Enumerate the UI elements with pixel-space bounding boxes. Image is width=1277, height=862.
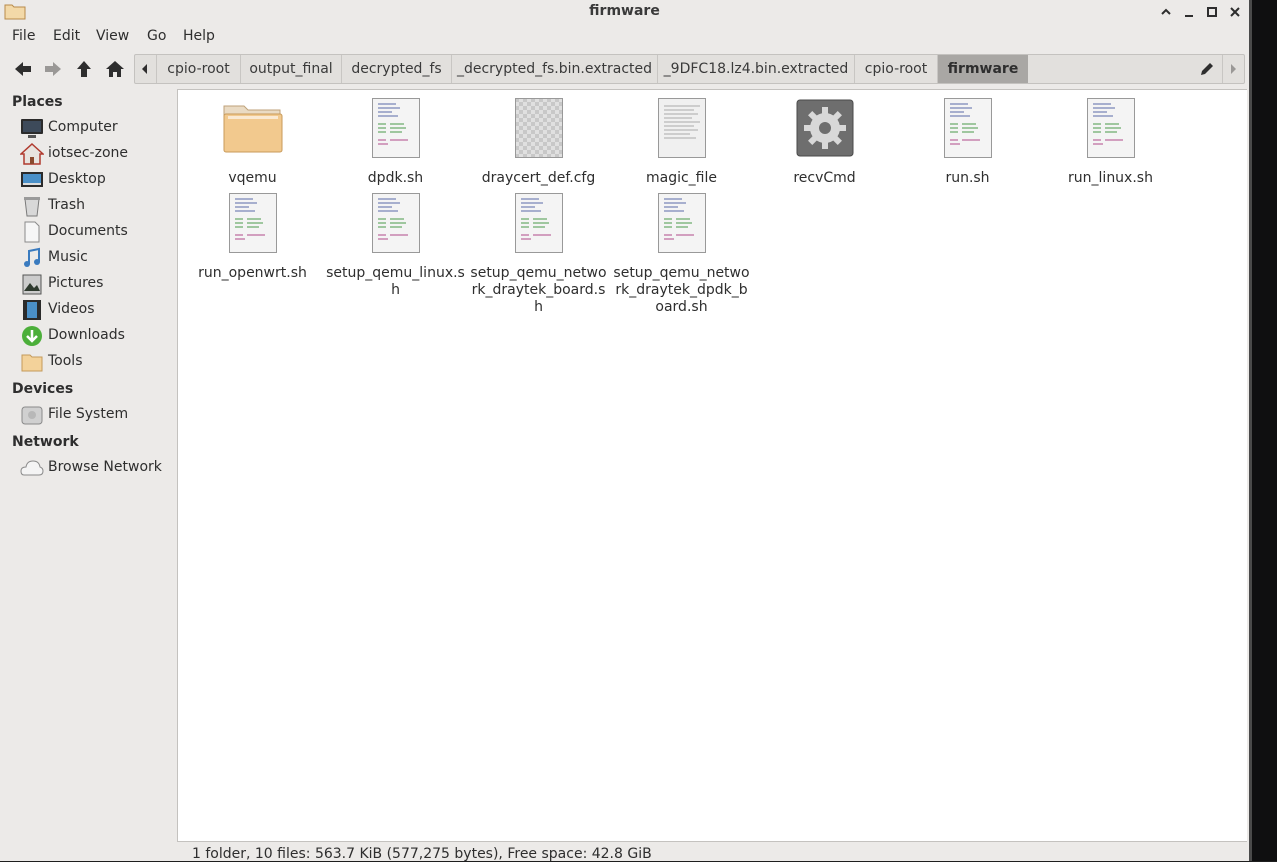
script-file-icon [371,193,420,253]
maximize-icon [1207,7,1217,17]
crumb-decrypted-fs-bin-extracted[interactable]: _decrypted_fs.bin.extracted [451,55,657,83]
triangle-right-icon [1230,64,1236,74]
sidebar-item-trash[interactable]: Trash [18,194,173,218]
crumb-9dfc18-lz4-bin-extracted[interactable]: _9DFC18.lz4.bin.extracted [657,55,854,83]
pencil-icon [1201,63,1213,75]
chevron-up-icon [1161,8,1171,15]
sidebar-item-browse-network[interactable]: Browse Network [18,456,173,480]
toolbar: cpio-root output_final decrypted_fs _dec… [0,53,1249,84]
menu-view[interactable]: View [96,28,129,44]
window-title: firmware [589,3,660,19]
sidebar-item-documents[interactable]: Documents [18,220,173,244]
maximize-button[interactable] [1203,3,1221,21]
sidebar-item-iotsec-zone[interactable]: iotsec-zone [18,142,173,166]
forward-button[interactable] [40,56,66,82]
gear-icon [796,99,853,157]
script-file-icon [657,193,706,253]
minimize-button[interactable] [1180,3,1198,21]
title-bar[interactable]: firmware [0,0,1249,24]
crumb-cpio-root[interactable]: cpio-root [156,55,240,83]
close-icon [1230,7,1240,17]
crumb-cpio-root-2[interactable]: cpio-root [854,55,937,83]
folder-icon [21,354,43,372]
devices-header: Devices [12,381,74,397]
back-button[interactable] [10,56,36,82]
menu-bar: File Edit View Go Help [0,26,1249,48]
sidebar: Places Computer iotsec-zone Desktop Tras… [4,89,177,861]
file-view[interactable]: vqemu dpdk.sh draycert_def.cfg magic_fil… [177,89,1247,841]
drive-icon [21,406,43,425]
menu-go[interactable]: Go [147,28,166,44]
crumb-output-final[interactable]: output_final [240,55,341,83]
status-bar: 1 folder, 10 files: 563.7 KiB (577,275 b… [177,841,1247,862]
path-scroll-left-button[interactable] [135,55,155,83]
script-file-icon [514,193,563,253]
arrow-right-icon [45,62,61,76]
home-icon [106,61,124,77]
file-manager-window: firmware File Edit View Go Help cpio-roo… [0,0,1249,862]
status-text: 1 folder, 10 files: 563.7 KiB (577,275 b… [192,846,652,862]
script-file-icon [943,98,992,158]
desktop-icon [21,172,43,187]
menu-help[interactable]: Help [183,28,215,44]
music-icon [24,247,40,267]
sidebar-item-computer[interactable]: Computer [18,116,173,140]
network-icon [20,460,44,476]
sidebar-item-downloads[interactable]: Downloads [18,324,173,348]
network-header: Network [12,434,79,450]
menu-edit[interactable]: Edit [53,28,80,44]
script-file-icon [228,193,277,253]
sidebar-item-desktop[interactable]: Desktop [18,168,173,192]
sidebar-item-music[interactable]: Music [18,246,173,270]
computer-icon [21,119,43,138]
sidebar-item-pictures[interactable]: Pictures [18,272,173,296]
arrow-up-icon [77,61,91,77]
desktop-background [1249,0,1277,861]
sidebar-item-videos[interactable]: Videos [18,298,173,322]
config-file-icon [514,98,563,158]
text-file-icon [657,98,706,158]
home-icon [20,143,44,165]
crumb-decrypted-fs[interactable]: decrypted_fs [341,55,451,83]
crumb-firmware[interactable]: firmware [937,55,1028,83]
sidebar-item-tools[interactable]: Tools [18,350,173,374]
path-scroll-right-button[interactable] [1222,55,1242,83]
places-header: Places [12,94,63,110]
trash-icon [24,197,40,217]
pictures-icon [22,274,42,295]
menu-file[interactable]: File [12,28,35,44]
script-file-icon [1086,98,1135,158]
minimize-icon [1185,15,1193,17]
edit-location-button[interactable] [1192,55,1222,83]
sidebar-item-file-system[interactable]: File System [18,403,173,427]
script-file-icon [371,98,420,158]
videos-icon [23,300,41,320]
home-button[interactable] [102,56,128,82]
shade-button[interactable] [1157,3,1175,21]
downloads-icon [22,326,42,346]
documents-icon [24,221,40,243]
folder-icon [223,105,282,153]
up-button[interactable] [71,56,97,82]
triangle-left-icon [142,64,147,74]
arrow-left-icon [15,62,31,76]
path-bar: cpio-root output_final decrypted_fs _dec… [134,54,1245,84]
close-button[interactable] [1226,3,1244,21]
